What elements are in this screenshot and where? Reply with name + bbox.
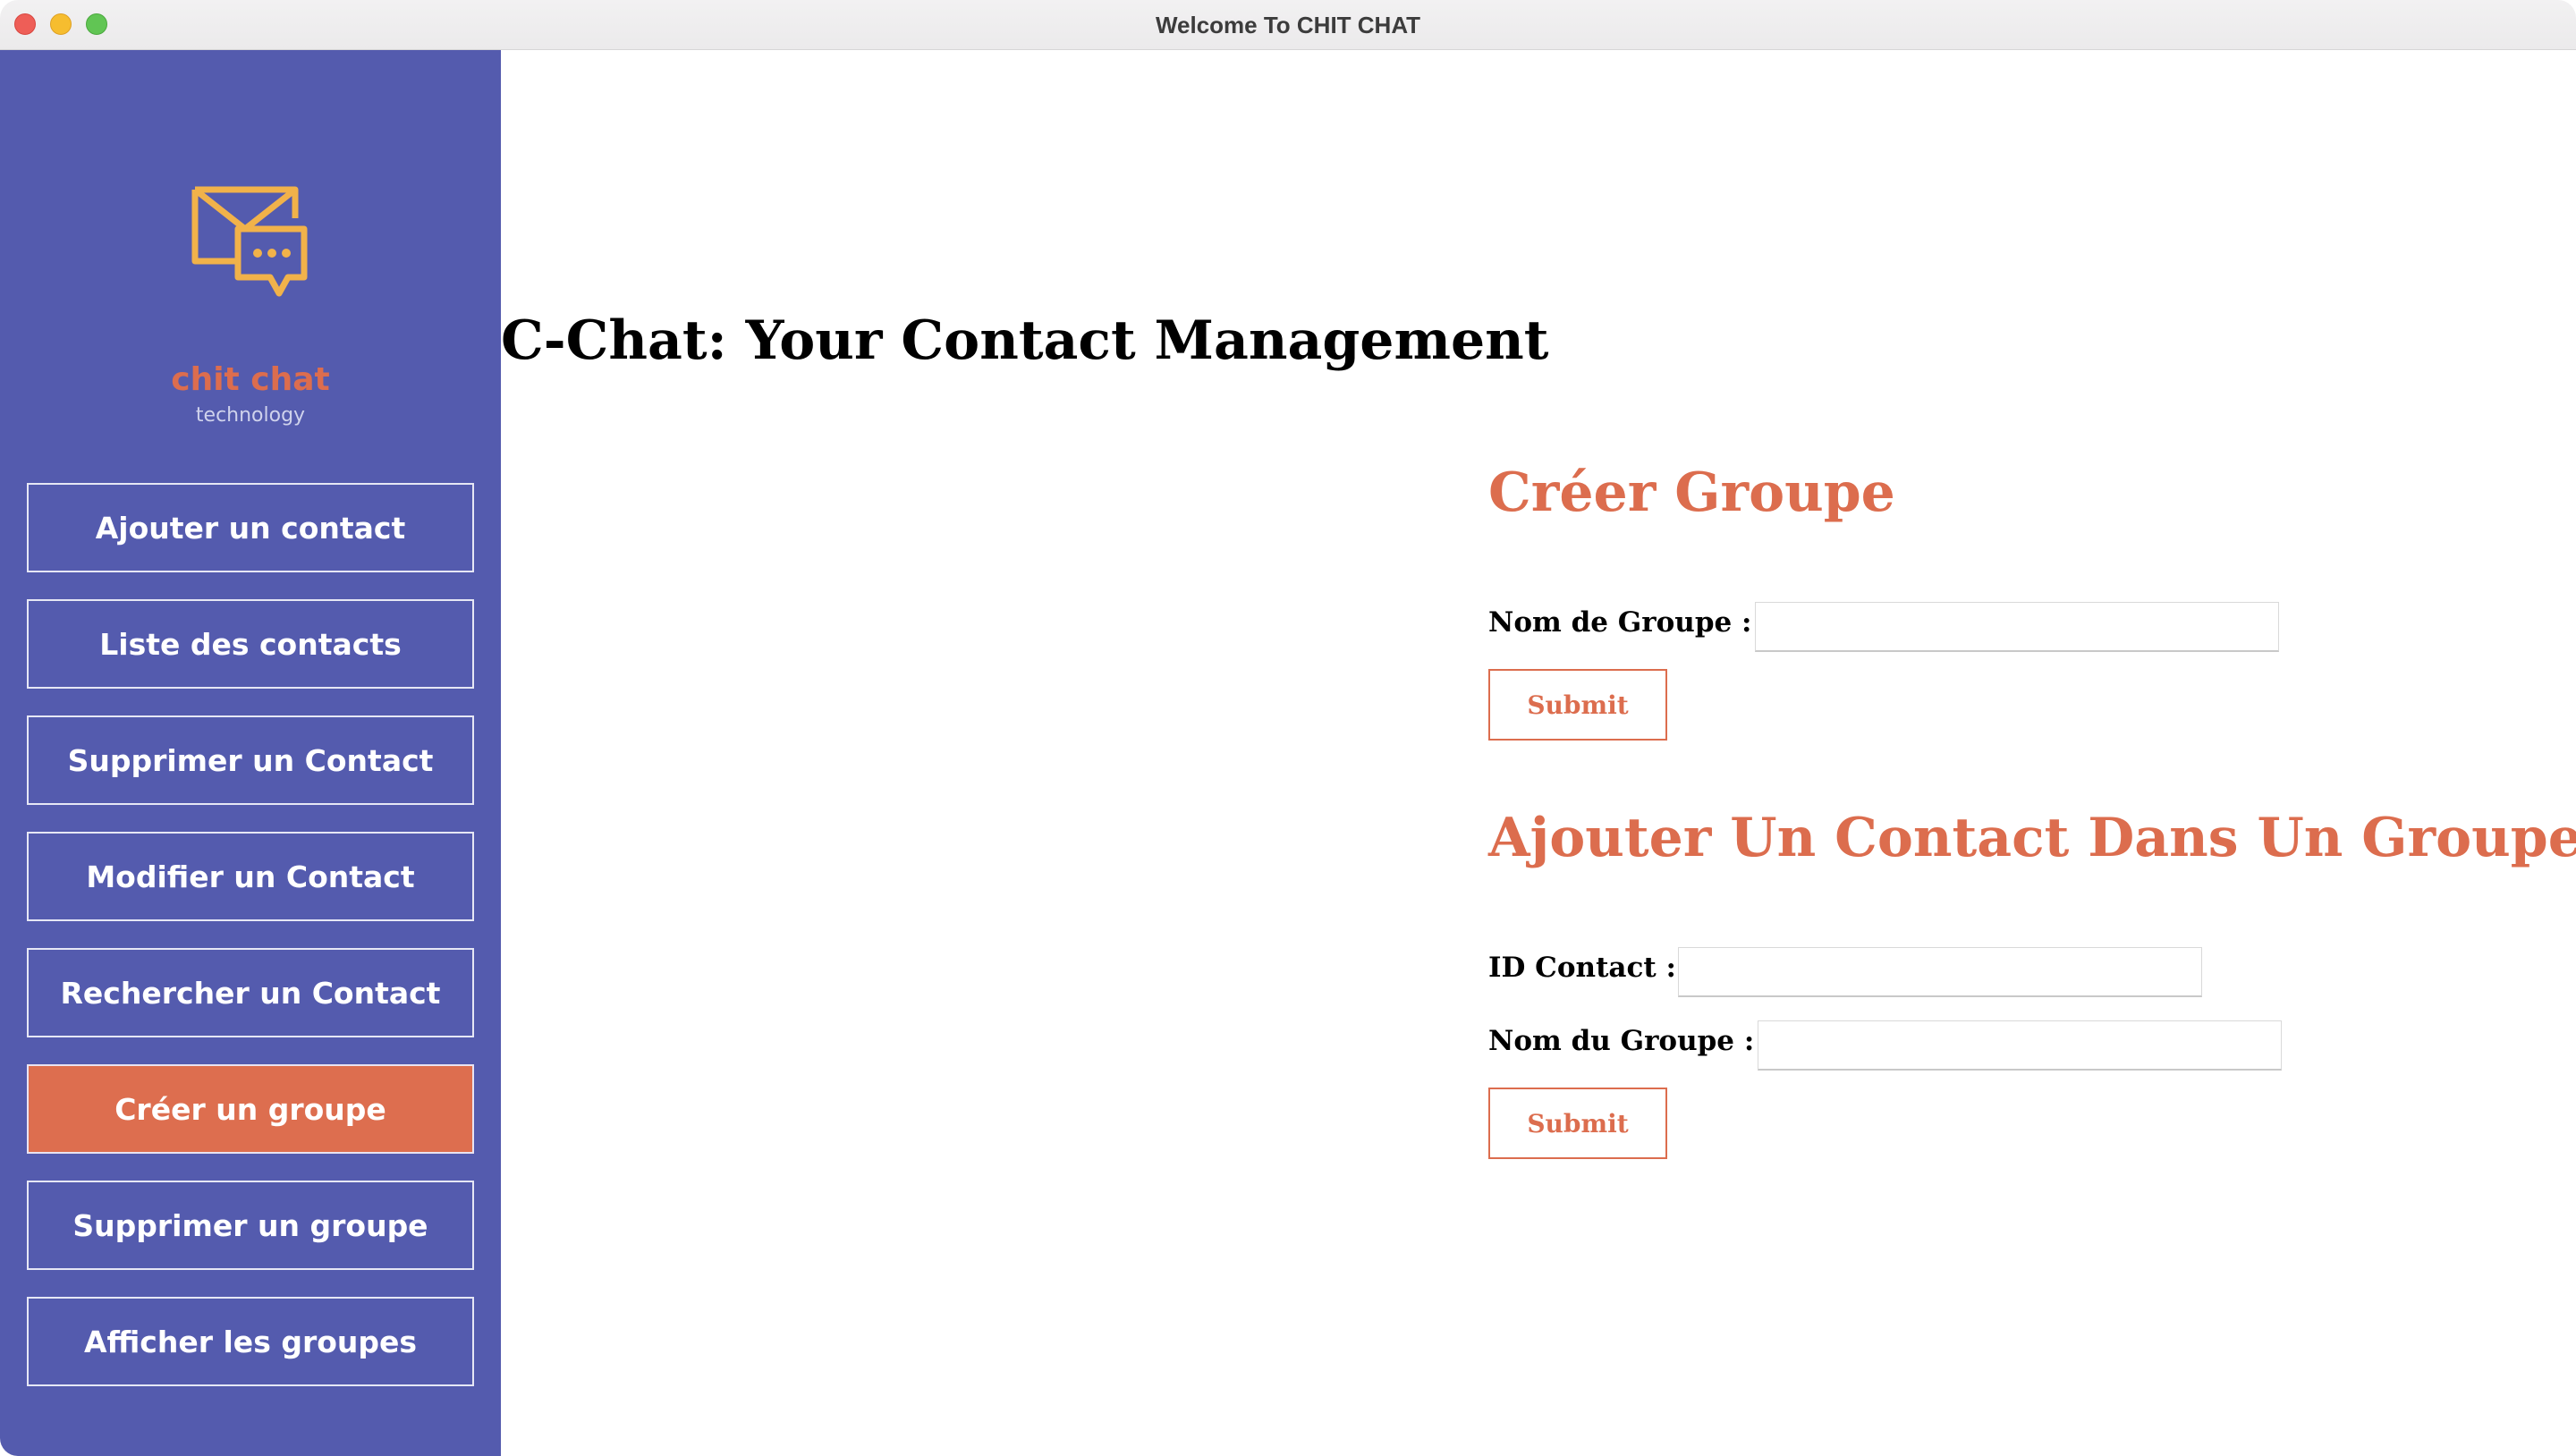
group-name-input[interactable]: [1755, 602, 2279, 652]
sidebar-item-supprimer-groupe[interactable]: Supprimer un groupe: [27, 1181, 474, 1270]
add-contact-submit-button[interactable]: Submit: [1488, 1088, 1667, 1159]
envelope-chat-icon: [191, 186, 308, 297]
logo-subtitle: technology: [195, 404, 306, 427]
contact-id-input[interactable]: [1678, 947, 2202, 997]
app-logo: chit chat technology: [0, 184, 501, 435]
title-bar: Welcome To CHIT CHAT: [0, 0, 2576, 50]
app-window: Welcome To CHIT CHAT chit chat technolog…: [0, 0, 2576, 1456]
group-name-label: Nom de Groupe :: [1488, 606, 1752, 639]
create-group-submit-button[interactable]: Submit: [1488, 669, 1667, 741]
sidebar-item-afficher-groupes[interactable]: Afficher les groupes: [27, 1297, 474, 1386]
sidebar-item-modifier-contact[interactable]: Modifier un Contact: [27, 832, 474, 921]
window-title: Welcome To CHIT CHAT: [1155, 12, 1421, 38]
page-title: C-Chat: Your Contact Management: [501, 309, 1549, 372]
sidebar-item-creer-groupe[interactable]: Créer un groupe: [27, 1064, 474, 1154]
sidebar: chit chat technology Ajouter un contact …: [0, 50, 501, 1456]
sidebar-item-liste-contacts[interactable]: Liste des contacts: [27, 599, 474, 689]
add-contact-to-group-title: Ajouter Un Contact Dans Un Groupe: [1488, 807, 2576, 869]
target-group-name-label: Nom du Groupe :: [1488, 1025, 1755, 1057]
contact-id-label: ID Contact :: [1488, 952, 1676, 984]
target-group-name-input[interactable]: [1758, 1020, 2282, 1071]
create-group-title: Créer Groupe: [1488, 461, 1895, 524]
sidebar-item-ajouter-contact[interactable]: Ajouter un contact: [27, 483, 474, 572]
sidebar-item-supprimer-contact[interactable]: Supprimer un Contact: [27, 715, 474, 805]
main-content: C-Chat: Your Contact Management Créer Gr…: [501, 50, 2576, 1456]
logo-name: chit chat: [171, 361, 330, 398]
sidebar-item-rechercher-contact[interactable]: Rechercher un Contact: [27, 948, 474, 1037]
